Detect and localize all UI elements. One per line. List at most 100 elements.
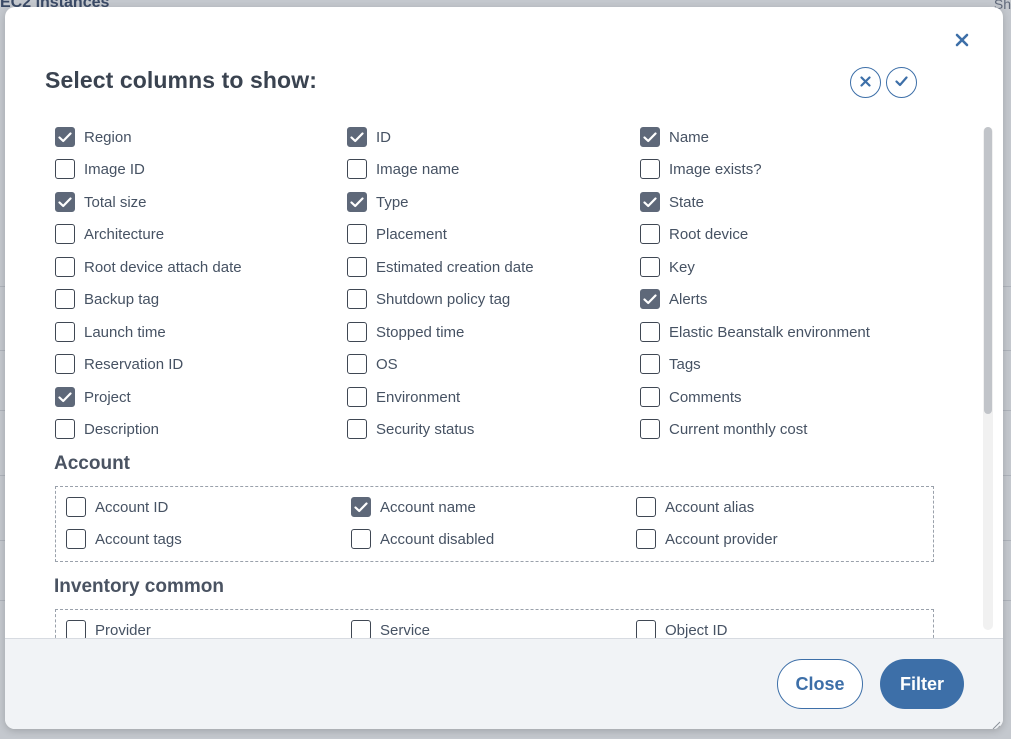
checkbox-unchecked[interactable] xyxy=(347,159,367,179)
checkbox-unchecked[interactable] xyxy=(636,620,656,638)
checkbox-checked[interactable] xyxy=(347,127,367,147)
checkbox-unchecked[interactable] xyxy=(66,620,86,638)
column-option-root-device-attach-date[interactable]: Root device attach date xyxy=(55,256,242,278)
column-option-id[interactable]: ID xyxy=(347,126,391,148)
column-option-architecture[interactable]: Architecture xyxy=(55,223,164,245)
checkbox-unchecked[interactable] xyxy=(347,289,367,309)
column-option-project[interactable]: Project xyxy=(55,386,131,408)
column-option-region[interactable]: Region xyxy=(55,126,132,148)
column-option-label: Launch time xyxy=(84,323,166,341)
checkbox-unchecked[interactable] xyxy=(347,257,367,277)
column-option-label: Total size xyxy=(84,193,147,211)
column-option-account-tags[interactable]: Account tags xyxy=(66,528,182,550)
column-option-shutdown-policy-tag[interactable]: Shutdown policy tag xyxy=(347,288,510,310)
checkbox-unchecked[interactable] xyxy=(55,419,75,439)
column-option-elastic-beanstalk-environment[interactable]: Elastic Beanstalk environment xyxy=(640,321,870,343)
column-option-account-disabled[interactable]: Account disabled xyxy=(351,528,494,550)
column-option-image-name[interactable]: Image name xyxy=(347,158,459,180)
close-button[interactable]: Close xyxy=(777,659,863,709)
checkbox-unchecked[interactable] xyxy=(640,354,660,374)
checkbox-unchecked[interactable] xyxy=(640,224,660,244)
checkbox-checked[interactable] xyxy=(351,497,371,517)
column-option-label: ID xyxy=(376,128,391,146)
column-option-tags[interactable]: Tags xyxy=(640,353,701,375)
checkbox-unchecked[interactable] xyxy=(640,387,660,407)
checkbox-unchecked[interactable] xyxy=(55,289,75,309)
checkbox-checked[interactable] xyxy=(347,192,367,212)
column-option-provider[interactable]: Provider xyxy=(66,619,151,638)
checkbox-checked[interactable] xyxy=(640,127,660,147)
checkbox-unchecked[interactable] xyxy=(66,497,86,517)
checkbox-unchecked[interactable] xyxy=(347,419,367,439)
checkbox-checked[interactable] xyxy=(55,127,75,147)
column-option-environment[interactable]: Environment xyxy=(347,386,460,408)
column-option-account-provider[interactable]: Account provider xyxy=(636,528,778,550)
select-all-button[interactable] xyxy=(886,67,917,98)
checkbox-unchecked[interactable] xyxy=(351,620,371,638)
checkmark-icon xyxy=(350,131,364,142)
column-option-label: Comments xyxy=(669,388,742,406)
checkbox-unchecked[interactable] xyxy=(347,387,367,407)
scrollbar-thumb[interactable] xyxy=(984,127,992,414)
column-option-account-alias[interactable]: Account alias xyxy=(636,496,754,518)
checkbox-unchecked[interactable] xyxy=(636,497,656,517)
checkbox-unchecked[interactable] xyxy=(55,224,75,244)
column-option-label: Root device attach date xyxy=(84,258,242,276)
column-option-estimated-creation-date[interactable]: Estimated creation date xyxy=(347,256,534,278)
column-option-backup-tag[interactable]: Backup tag xyxy=(55,288,159,310)
column-option-label: OS xyxy=(376,355,398,373)
column-option-launch-time[interactable]: Launch time xyxy=(55,321,166,343)
column-option-service[interactable]: Service xyxy=(351,619,430,638)
checkbox-unchecked[interactable] xyxy=(55,257,75,277)
column-option-name[interactable]: Name xyxy=(640,126,709,148)
section-title: Account xyxy=(54,453,130,474)
column-option-security-status[interactable]: Security status xyxy=(347,418,474,440)
close-icon[interactable] xyxy=(952,30,972,50)
checkbox-unchecked[interactable] xyxy=(55,159,75,179)
column-option-image-exists[interactable]: Image exists? xyxy=(640,158,762,180)
column-option-total-size[interactable]: Total size xyxy=(55,191,147,213)
column-option-current-monthly-cost[interactable]: Current monthly cost xyxy=(640,418,807,440)
column-option-os[interactable]: OS xyxy=(347,353,398,375)
checkmark-icon xyxy=(58,131,72,142)
checkbox-unchecked[interactable] xyxy=(636,529,656,549)
column-option-reservation-id[interactable]: Reservation ID xyxy=(55,353,183,375)
column-option-key[interactable]: Key xyxy=(640,256,695,278)
column-option-stopped-time[interactable]: Stopped time xyxy=(347,321,464,343)
column-option-state[interactable]: State xyxy=(640,191,704,213)
column-option-comments[interactable]: Comments xyxy=(640,386,742,408)
column-option-account-name[interactable]: Account name xyxy=(351,496,476,518)
column-option-description[interactable]: Description xyxy=(55,418,159,440)
column-option-account-id[interactable]: Account ID xyxy=(66,496,168,518)
column-option-object-id[interactable]: Object ID xyxy=(636,619,728,638)
column-option-label: Provider xyxy=(95,621,151,639)
checkbox-checked[interactable] xyxy=(640,289,660,309)
column-option-label: Environment xyxy=(376,388,461,406)
column-option-alerts[interactable]: Alerts xyxy=(640,288,707,310)
checkbox-unchecked[interactable] xyxy=(640,322,660,342)
checkbox-checked[interactable] xyxy=(640,192,660,212)
column-option-type[interactable]: Type xyxy=(347,191,409,213)
column-option-image-id[interactable]: Image ID xyxy=(55,158,145,180)
checkbox-unchecked[interactable] xyxy=(351,529,371,549)
checkbox-unchecked[interactable] xyxy=(347,224,367,244)
column-option-root-device[interactable]: Root device xyxy=(640,223,748,245)
column-option-label: Account disabled xyxy=(380,530,495,548)
checkbox-checked[interactable] xyxy=(55,192,75,212)
column-option-placement[interactable]: Placement xyxy=(347,223,447,245)
column-option-label: Image name xyxy=(376,160,460,178)
checkbox-unchecked[interactable] xyxy=(347,354,367,374)
checkbox-unchecked[interactable] xyxy=(640,257,660,277)
column-option-label: Key xyxy=(669,258,695,276)
checkbox-unchecked[interactable] xyxy=(640,159,660,179)
checkbox-unchecked[interactable] xyxy=(640,419,660,439)
checkbox-checked[interactable] xyxy=(55,387,75,407)
checkbox-unchecked[interactable] xyxy=(55,322,75,342)
resize-handle-icon[interactable] xyxy=(991,717,1001,729)
checkbox-unchecked[interactable] xyxy=(55,354,75,374)
checkbox-unchecked[interactable] xyxy=(347,322,367,342)
deselect-all-button[interactable] xyxy=(850,67,881,98)
column-options-list[interactable]: Region Image ID Total size Architecture Root… xyxy=(5,117,1003,638)
checkbox-unchecked[interactable] xyxy=(66,529,86,549)
filter-button[interactable]: Filter xyxy=(880,659,964,709)
